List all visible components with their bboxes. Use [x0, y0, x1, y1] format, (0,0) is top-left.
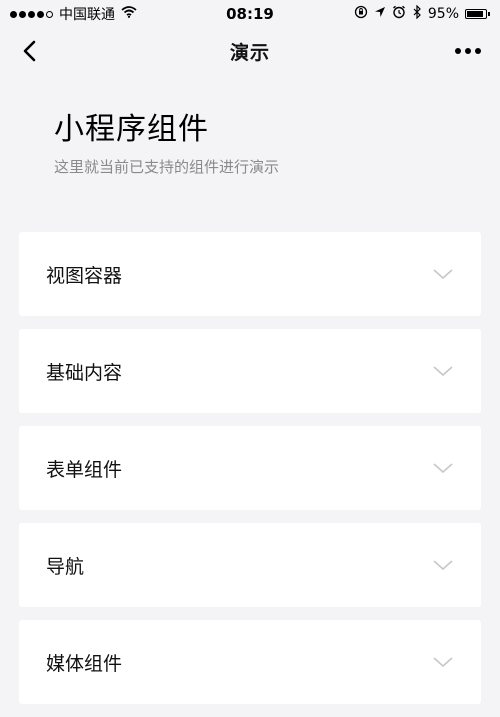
chevron-down-icon [432, 364, 454, 378]
status-bar: 中国联通 08:19 95% [0, 0, 500, 28]
list-item-media-components[interactable]: 媒体组件 [19, 620, 481, 704]
list-item-basic-content[interactable]: 基础内容 [19, 329, 481, 413]
status-time: 08:19 [226, 5, 274, 23]
signal-dots-icon [10, 10, 53, 18]
header-title: 小程序组件 [54, 112, 209, 147]
list-item-form-components[interactable]: 表单组件 [19, 426, 481, 510]
wifi-icon [121, 6, 137, 22]
more-button[interactable] [450, 36, 486, 66]
list-item-label: 媒体组件 [46, 652, 123, 675]
battery-percent: 95% [427, 6, 459, 22]
chevron-down-icon [432, 655, 454, 669]
list-item-navigation[interactable]: 导航 [19, 523, 481, 607]
chevron-left-icon [23, 40, 36, 62]
header-description: 这里就当前已支持的组件进行演示 [54, 158, 280, 176]
component-list: 视图容器 基础内容 表单组件 导航 媒体组件 [19, 232, 481, 717]
chevron-down-icon [432, 558, 454, 572]
list-item-label: 基础内容 [46, 361, 123, 384]
location-icon [374, 6, 386, 22]
chevron-down-icon [432, 267, 454, 281]
more-dots-icon [455, 48, 461, 54]
list-item-label: 表单组件 [46, 458, 123, 481]
battery-icon [465, 9, 490, 19]
status-left: 中国联通 [10, 4, 137, 24]
nav-bar: 演示 [0, 28, 500, 74]
header: 小程序组件 这里就当前已支持的组件进行演示 [54, 104, 279, 177]
carrier-label: 中国联通 [59, 7, 115, 23]
bluetooth-icon [412, 4, 422, 23]
list-item-label: 视图容器 [46, 264, 123, 287]
alarm-icon [392, 5, 406, 23]
chevron-down-icon [432, 461, 454, 475]
list-item-view-container[interactable]: 视图容器 [19, 232, 481, 316]
rotation-lock-icon [354, 5, 368, 23]
back-button[interactable] [14, 36, 44, 66]
list-item-label: 导航 [46, 555, 85, 578]
page-title: 演示 [229, 41, 270, 64]
status-right: 95% [354, 4, 490, 23]
